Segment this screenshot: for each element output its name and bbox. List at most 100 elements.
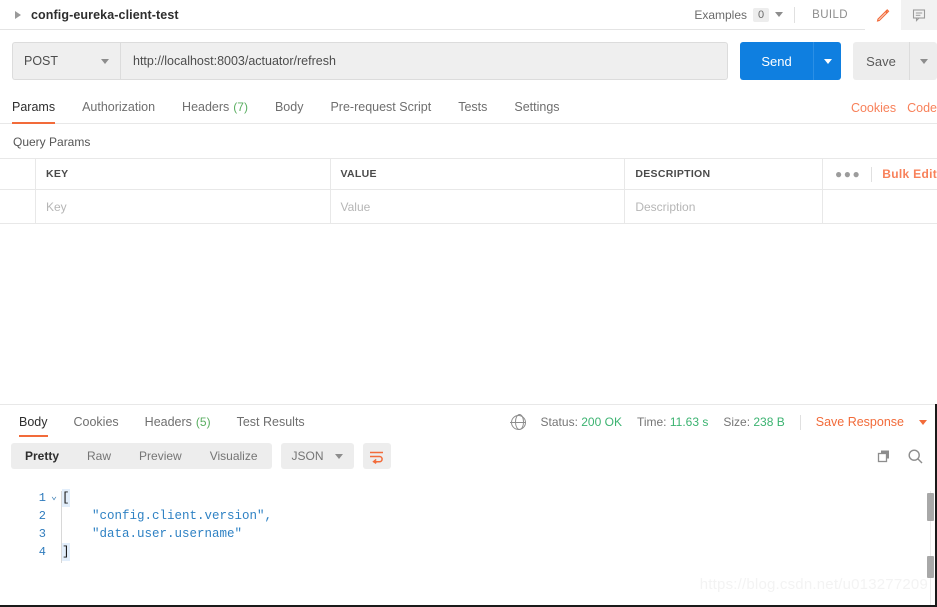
status-label: Status:: [540, 415, 578, 429]
tab-label: Body: [274, 99, 304, 114]
response-vertical-scrollbar[interactable]: [927, 491, 934, 605]
line-number: 3: [38, 527, 46, 541]
code-text: "data.user.username": [62, 527, 243, 541]
tab-params[interactable]: Params: [12, 92, 56, 124]
column-header-value: VALUE: [330, 158, 626, 190]
status-value: 200 OK: [581, 415, 622, 429]
tab-label: Headers: [144, 415, 192, 429]
response-tab-test-results[interactable]: Test Results: [237, 405, 305, 439]
response-tabs: Body Cookies Headers (5) Test Results St…: [0, 405, 937, 439]
pencil-icon: [876, 8, 890, 22]
view-pretty[interactable]: Pretty: [11, 443, 73, 469]
line-number: 4: [38, 545, 46, 559]
save-response-button[interactable]: Save Response: [816, 415, 904, 429]
tab-count: (5): [195, 415, 211, 429]
cookies-link[interactable]: Cookies: [851, 101, 896, 115]
response-toolbar-right: [876, 448, 937, 465]
tab-label: Cookies: [73, 415, 119, 429]
bulk-edit-link[interactable]: Bulk Edit: [882, 167, 937, 181]
response-tab-headers[interactable]: Headers (5): [145, 405, 211, 439]
code-line: 1 ⌄ [: [0, 489, 937, 507]
response-tab-cookies[interactable]: Cookies: [74, 405, 119, 439]
column-header-key: KEY: [35, 158, 331, 190]
word-wrap-icon: [370, 451, 384, 464]
query-params-table: KEY VALUE DESCRIPTION ●●● Bulk Edit Key …: [0, 158, 937, 224]
code-line: 4 ]: [0, 543, 937, 561]
ellipsis-icon[interactable]: ●●●: [835, 167, 861, 181]
request-tab-title[interactable]: config-eureka-client-test: [31, 8, 179, 22]
tab-count: (7): [233, 99, 248, 114]
response-status-bar: Status: 200 OK Time: 11.63 s Size: 238 B…: [510, 405, 937, 439]
status-group: Status: 200 OK: [541, 415, 622, 429]
view-visualize[interactable]: Visualize: [196, 443, 272, 469]
size-group: Size: 238 B: [723, 415, 784, 429]
tab-headers[interactable]: Headers (7): [182, 92, 248, 123]
size-value: 238 B: [753, 415, 785, 429]
chevron-down-icon: [823, 58, 832, 64]
top-bar: config-eureka-client-test Examples 0 BUI…: [0, 0, 937, 30]
code-link[interactable]: Code: [907, 101, 937, 115]
build-button[interactable]: BUILD: [795, 9, 865, 21]
response-body-code[interactable]: 1 ⌄ [ 2 "config.client.version", 3 "data…: [0, 489, 937, 607]
row-gutter[interactable]: [0, 189, 36, 224]
view-raw[interactable]: Raw: [73, 443, 125, 469]
row-actions: [822, 189, 937, 224]
caret-right-icon[interactable]: [13, 10, 23, 20]
param-value-input[interactable]: Value: [330, 189, 626, 224]
url-input[interactable]: http://localhost:8003/actuator/refresh: [120, 42, 728, 80]
line-number: 1: [38, 491, 46, 505]
response-toolbar: Pretty Raw Preview Visualize JSON: [0, 439, 937, 473]
scrollbar-thumb[interactable]: [927, 556, 934, 578]
top-bar-right: Examples 0 BUILD: [694, 0, 937, 30]
chevron-down-icon: [775, 12, 784, 17]
chevron-down-icon: [919, 58, 928, 64]
tab-body[interactable]: Body: [275, 92, 304, 123]
query-params-label: Query Params: [13, 135, 91, 149]
send-options-button[interactable]: [813, 42, 841, 80]
response-tab-body[interactable]: Body: [19, 405, 48, 439]
tab-authorization[interactable]: Authorization: [82, 92, 155, 123]
tab-label: Headers: [182, 99, 230, 114]
globe-icon[interactable]: [510, 414, 526, 430]
save-options-button[interactable]: [909, 42, 937, 80]
tab-label: Tests: [458, 99, 488, 114]
chevron-down-icon: [101, 58, 109, 64]
comments-pane-button[interactable]: [901, 0, 937, 30]
response-view-segmented: Pretty Raw Preview Visualize: [11, 443, 272, 469]
divider: [871, 166, 873, 182]
param-description-input[interactable]: Description: [624, 189, 824, 224]
tab-label: Body: [19, 415, 48, 429]
tab-settings[interactable]: Settings: [514, 92, 559, 123]
chevron-down-icon[interactable]: [919, 419, 927, 425]
tab-label: Test Results: [236, 415, 305, 429]
chevron-down-icon: [334, 453, 343, 459]
search-icon[interactable]: [907, 448, 924, 465]
chevron-down-icon[interactable]: ⌄: [46, 489, 62, 507]
word-wrap-button[interactable]: [362, 443, 391, 469]
tab-tests[interactable]: Tests: [458, 92, 487, 123]
table-row: Key Value Description: [0, 189, 937, 224]
code-line: 3 "data.user.username": [0, 525, 937, 543]
response-format-select[interactable]: JSON: [280, 443, 354, 469]
param-key-input[interactable]: Key: [35, 189, 331, 224]
column-header-description: DESCRIPTION: [624, 158, 824, 190]
code-text: "config.client.version",: [62, 509, 273, 523]
format-value: JSON: [291, 449, 324, 463]
code-text: [: [62, 489, 70, 507]
tab-pre-request-script[interactable]: Pre-request Script: [330, 92, 431, 123]
request-tabs: Params Authorization Headers (7) Body Pr…: [0, 92, 937, 124]
save-button[interactable]: Save: [853, 42, 909, 80]
send-button[interactable]: Send: [740, 42, 813, 80]
copy-icon[interactable]: [876, 448, 892, 464]
examples-dropdown[interactable]: Examples 0: [694, 7, 794, 22]
view-preview[interactable]: Preview: [125, 443, 196, 469]
request-url-bar: POST http://localhost:8003/actuator/refr…: [0, 30, 937, 92]
divider: [799, 414, 801, 430]
tab-label: Settings: [514, 99, 560, 114]
scrollbar-thumb[interactable]: [927, 493, 934, 521]
save-button-group: Save: [853, 42, 937, 80]
code-fold-guide: [61, 491, 62, 563]
edit-pane-button[interactable]: [865, 0, 901, 30]
http-method-select[interactable]: POST: [12, 42, 120, 80]
send-button-group: Send: [740, 42, 841, 80]
